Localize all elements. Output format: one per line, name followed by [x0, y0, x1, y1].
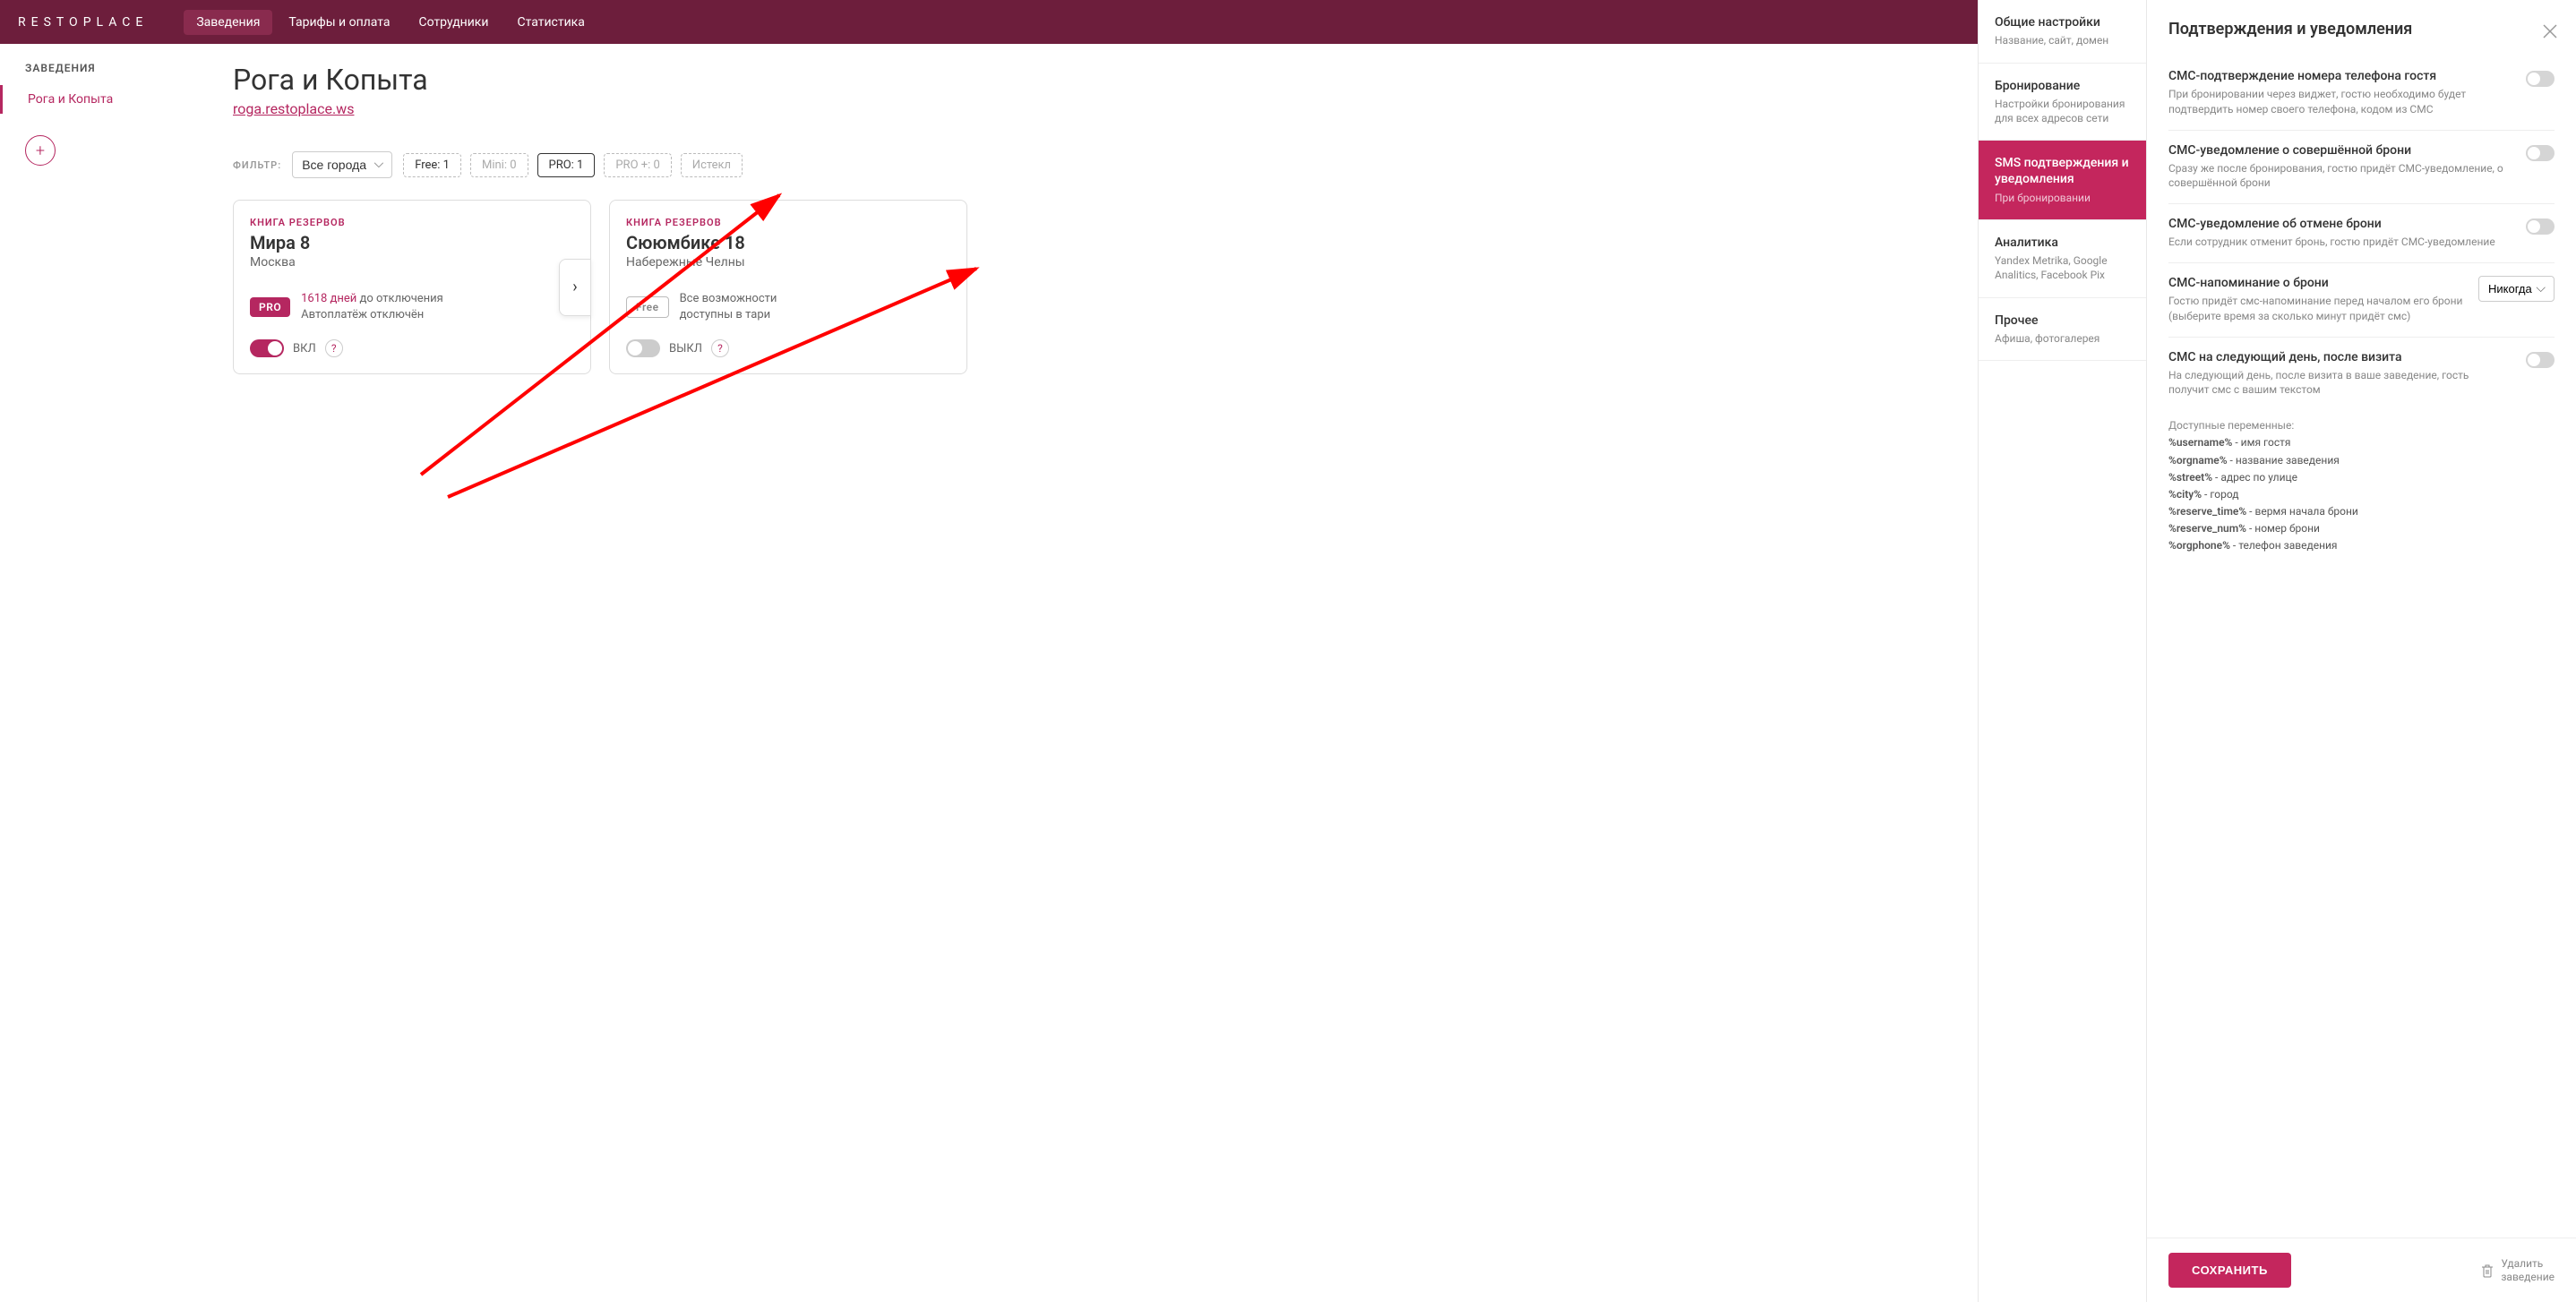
filter-tag-4[interactable]: Истекл	[681, 153, 743, 177]
variable-line: %username% - имя гостя	[2168, 434, 2555, 451]
settings-category-4[interactable]: ПрочееАфиша, фотогалерея	[1979, 298, 2146, 362]
nav-tab-0[interactable]: Заведения	[184, 10, 272, 35]
nav-tabs: ЗаведенияТарифы и оплатаСотрудникиСтатис…	[184, 10, 597, 35]
card-toggle-label: ВКЛ	[293, 342, 316, 355]
setting-desc: Сразу же после бронирования, гостю придё…	[2168, 161, 2512, 192]
settings-category-1[interactable]: БронированиеНастройки бронирования для в…	[1979, 64, 2146, 141]
setting-toggle[interactable]	[2526, 218, 2555, 235]
card-toggle[interactable]	[250, 339, 284, 357]
card-title: Мира 8	[250, 232, 574, 253]
variables-block: Доступные переменные: %username% - имя г…	[2168, 417, 2555, 555]
card-toggle-label: ВЫКЛ	[669, 342, 702, 355]
settings-category-0[interactable]: Общие настройкиНазвание, сайт, домен	[1979, 0, 2146, 64]
nav-tab-3[interactable]: Статистика	[504, 10, 597, 35]
trash-icon	[2481, 1263, 2494, 1278]
setting-row-2: СМС-уведомление об отмене брони Если сот…	[2168, 204, 2555, 263]
setting-desc: При бронировании через виджет, гостю нео…	[2168, 87, 2512, 117]
setting-toggle[interactable]	[2526, 71, 2555, 87]
setting-title: СМС-напоминание о брони	[2168, 276, 2464, 290]
card-city: Москва	[250, 255, 574, 270]
variable-line: %reserve_num% - номер брони	[2168, 520, 2555, 537]
filter-tag-3[interactable]: PRO +: 0	[604, 153, 671, 177]
sidebar-item-0[interactable]: Рога и Копыта	[0, 85, 206, 114]
variable-line: %orgphone% - телефон заведения	[2168, 537, 2555, 554]
variable-line: %reserve_time% - вермя начала брони	[2168, 503, 2555, 520]
venue-card-0[interactable]: КНИГА РЕЗЕРВОВ Мира 8 Москва PRO 1618 дн…	[233, 200, 591, 374]
settings-category-panel: Общие настройкиНазвание, сайт, доменБрон…	[1978, 0, 2146, 1302]
setting-row-4: СМС на следующий день, после визита На с…	[2168, 338, 2555, 411]
sidebar-title: ЗАВЕДЕНИЯ	[0, 62, 206, 85]
close-icon[interactable]	[2542, 23, 2558, 43]
save-button[interactable]: СОХРАНИТЬ	[2168, 1253, 2291, 1288]
plan-badge: PRO	[250, 297, 290, 317]
setting-toggle[interactable]	[2526, 352, 2555, 368]
setting-row-3: СМС-напоминание о брони Гостю придёт смс…	[2168, 263, 2555, 338]
settings-category-3[interactable]: АналитикаYandex Metrika, Google Analitic…	[1979, 220, 2146, 297]
city-select[interactable]: Все города	[292, 151, 392, 178]
settings-detail-panel: Подтверждения и уведомления СМС-подтверж…	[2146, 0, 2576, 1302]
page-url-link[interactable]: roga.restoplace.ws	[233, 100, 354, 117]
filter-tag-0[interactable]: Free: 1	[403, 153, 461, 177]
variable-line: %orgname% - название заведения	[2168, 452, 2555, 469]
card-meta: 1618 дней до отключения Автоплатёж отклю…	[301, 291, 443, 323]
logo: RESTOPLACE	[18, 15, 148, 30]
setting-title: СМС-уведомление об отмене брони	[2168, 217, 2512, 231]
setting-desc: Гостю придёт смс-напоминание перед начал…	[2168, 294, 2464, 324]
setting-toggle[interactable]	[2526, 145, 2555, 161]
variable-line: %city% - город	[2168, 486, 2555, 503]
venue-card-1[interactable]: КНИГА РЕЗЕРВОВ Сююмбике 18 Набережные Че…	[609, 200, 967, 374]
filter-tag-1[interactable]: Mini: 0	[470, 153, 528, 177]
setting-title: СМС-уведомление о совершённой брони	[2168, 143, 2512, 158]
card-city: Набережные Челны	[626, 255, 950, 270]
panel-footer: СОХРАНИТЬ Удалитьзаведение	[2147, 1238, 2576, 1302]
card-expand-arrow[interactable]: ›	[559, 259, 591, 316]
setting-desc: Если сотрудник отменит бронь, гостю прид…	[2168, 235, 2512, 250]
add-venue-button[interactable]: +	[25, 135, 56, 166]
filter-label: ФИЛЬТР:	[233, 159, 281, 171]
setting-row-1: СМС-уведомление о совершённой брони Сраз…	[2168, 131, 2555, 205]
setting-title: СМС на следующий день, после визита	[2168, 350, 2512, 364]
card-meta: Все возможности доступны в тари	[680, 291, 777, 323]
card-title: Сююмбике 18	[626, 232, 950, 253]
panel-title: Подтверждения и уведомления	[2168, 20, 2555, 39]
settings-category-2[interactable]: SMS подтверждения и уведомленияПри брони…	[1979, 141, 2146, 220]
help-icon[interactable]: ?	[711, 339, 729, 357]
filter-tag-2[interactable]: PRO: 1	[537, 153, 596, 177]
nav-tab-2[interactable]: Сотрудники	[407, 10, 502, 35]
reminder-select[interactable]: Никогда	[2478, 276, 2555, 302]
variable-line: %street% - адрес по улице	[2168, 469, 2555, 486]
card-toggle[interactable]	[626, 339, 660, 357]
plan-badge: Free	[626, 296, 669, 318]
delete-venue-link[interactable]: Удалитьзаведение	[2481, 1257, 2555, 1283]
help-icon[interactable]: ?	[325, 339, 343, 357]
setting-title: СМС-подтверждение номера телефона гостя	[2168, 69, 2512, 83]
card-type: КНИГА РЕЗЕРВОВ	[626, 217, 950, 228]
setting-desc: На следующий день, после визита в ваше з…	[2168, 368, 2512, 398]
nav-tab-1[interactable]: Тарифы и оплата	[276, 10, 402, 35]
left-sidebar: ЗАВЕДЕНИЯ Рога и Копыта +	[0, 44, 206, 205]
setting-row-0: СМС-подтверждение номера телефона гостя …	[2168, 56, 2555, 131]
card-type: КНИГА РЕЗЕРВОВ	[250, 217, 574, 228]
